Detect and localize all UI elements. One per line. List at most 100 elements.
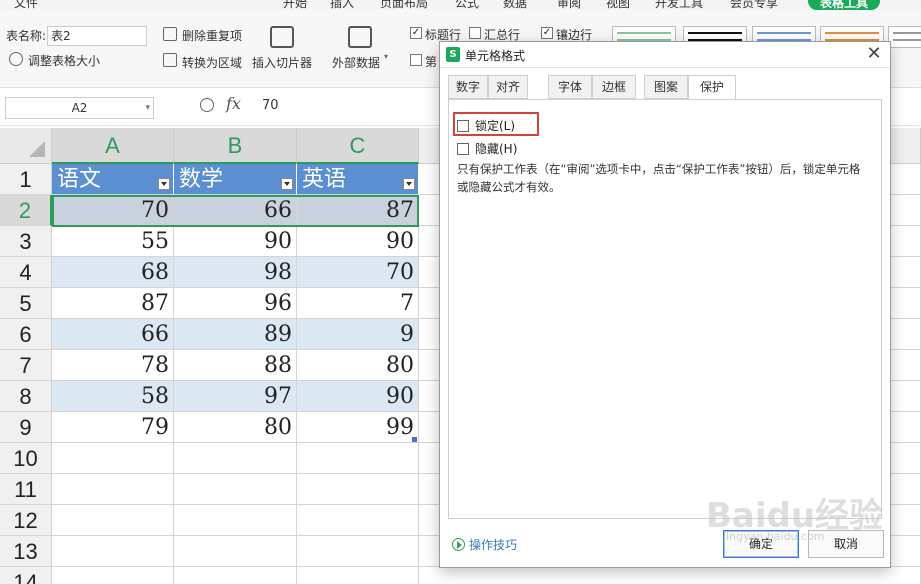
empty-cell[interactable]: [52, 474, 174, 505]
close-icon[interactable]: ✕: [864, 44, 884, 64]
zoom-icon[interactable]: [200, 98, 214, 112]
table-cell[interactable]: 97: [174, 381, 297, 412]
tips-link[interactable]: 操作技巧: [452, 536, 517, 553]
row-header[interactable]: 11: [0, 474, 52, 505]
table-cell[interactable]: 88: [174, 350, 297, 381]
row-header[interactable]: 5: [0, 288, 52, 319]
empty-cell[interactable]: [297, 536, 419, 567]
table-header-cell[interactable]: 英语: [297, 164, 419, 195]
empty-cell[interactable]: [297, 474, 419, 505]
empty-cell[interactable]: [52, 536, 174, 567]
table-cell[interactable]: 66: [174, 195, 297, 226]
row-header[interactable]: 14: [0, 567, 52, 584]
row-header[interactable]: 12: [0, 505, 52, 536]
table-cell[interactable]: 78: [52, 350, 174, 381]
tab-pattern[interactable]: 图案: [644, 75, 688, 99]
table-cell[interactable]: 70: [297, 257, 419, 288]
total-row-checkbox[interactable]: [469, 27, 481, 39]
remove-duplicates-button[interactable]: 删除重复项: [182, 27, 242, 44]
table-cell[interactable]: 90: [297, 226, 419, 257]
table-cell[interactable]: 89: [174, 319, 297, 350]
row-header[interactable]: 2: [0, 195, 52, 226]
tab-alignment[interactable]: 对齐: [488, 75, 528, 99]
filter-dropdown-icon[interactable]: [158, 178, 170, 190]
empty-cell[interactable]: [174, 474, 297, 505]
filter-dropdown-icon[interactable]: [281, 178, 293, 190]
table-name-input[interactable]: 表2: [47, 26, 147, 46]
menu-formula[interactable]: 公式: [455, 0, 479, 10]
row-header[interactable]: 13: [0, 536, 52, 567]
menu-home[interactable]: 开始: [283, 0, 307, 10]
select-all-corner[interactable]: [0, 128, 52, 164]
convert-to-range-button[interactable]: 转换为区域: [182, 54, 242, 71]
empty-cell[interactable]: [174, 505, 297, 536]
table-cell[interactable]: 9: [297, 319, 419, 350]
table-cell[interactable]: 7: [297, 288, 419, 319]
table-cell[interactable]: 68: [52, 257, 174, 288]
table-resize-handle[interactable]: [412, 437, 417, 442]
empty-cell[interactable]: [297, 567, 419, 584]
menu-insert[interactable]: 插入: [330, 0, 354, 10]
empty-cell[interactable]: [52, 443, 174, 474]
menu-data[interactable]: 数据: [503, 0, 527, 10]
first-column-checkbox[interactable]: [410, 54, 422, 66]
table-cell[interactable]: 87: [52, 288, 174, 319]
tab-font[interactable]: 字体: [548, 75, 592, 99]
row-header[interactable]: 4: [0, 257, 52, 288]
formula-input[interactable]: 70: [262, 98, 279, 113]
row-header[interactable]: 8: [0, 381, 52, 412]
menu-file[interactable]: 文件: [14, 0, 38, 10]
menu-member[interactable]: 会员专享: [730, 0, 778, 10]
table-cell[interactable]: 58: [52, 381, 174, 412]
empty-cell[interactable]: [174, 443, 297, 474]
lock-checkbox[interactable]: 锁定(L): [457, 117, 515, 134]
table-header-cell[interactable]: 数学: [174, 164, 297, 195]
table-cell[interactable]: 98: [174, 257, 297, 288]
table-cell[interactable]: 90: [174, 226, 297, 257]
menu-page-layout[interactable]: 页面布局: [380, 0, 428, 10]
menu-developer[interactable]: 开发工具: [655, 0, 703, 10]
table-cell[interactable]: 55: [52, 226, 174, 257]
table-cell[interactable]: 99: [297, 412, 419, 443]
column-header-c[interactable]: C: [297, 128, 419, 164]
empty-cell[interactable]: [419, 567, 921, 584]
table-header-cell[interactable]: 语文: [52, 164, 174, 195]
column-header-a[interactable]: A: [52, 128, 174, 164]
fx-icon[interactable]: fx: [226, 94, 241, 113]
row-header[interactable]: 7: [0, 350, 52, 381]
resize-table-button[interactable]: 调整表格大小: [28, 52, 100, 69]
table-cell[interactable]: 66: [52, 319, 174, 350]
column-header-b[interactable]: B: [174, 128, 297, 164]
row-header[interactable]: 3: [0, 226, 52, 257]
dialog-title-bar[interactable]: S 单元格格式 ✕: [440, 42, 890, 68]
tab-protection[interactable]: 保护: [688, 75, 736, 100]
menu-view[interactable]: 视图: [606, 0, 630, 10]
row-header[interactable]: 1: [0, 164, 52, 195]
banded-rows-checkbox[interactable]: ✓: [541, 27, 553, 39]
insert-slicer-button[interactable]: 插入切片器: [252, 54, 312, 71]
lock-checkbox-box[interactable]: [457, 120, 469, 132]
empty-cell[interactable]: [52, 567, 174, 584]
table-tools-tab[interactable]: 表格工具: [808, 0, 880, 10]
table-cell[interactable]: 96: [174, 288, 297, 319]
empty-cell[interactable]: [297, 505, 419, 536]
external-data-button[interactable]: 外部数据: [332, 54, 380, 71]
row-header[interactable]: 10: [0, 443, 52, 474]
table-cell[interactable]: 87: [297, 195, 419, 226]
menu-review[interactable]: 审阅: [557, 0, 581, 10]
external-data-dropdown-icon[interactable]: ▾: [384, 52, 388, 61]
filter-dropdown-icon[interactable]: [403, 178, 415, 190]
chevron-down-icon[interactable]: ▾: [145, 98, 150, 118]
name-box[interactable]: A2 ▾: [5, 97, 154, 119]
table-cell[interactable]: 80: [297, 350, 419, 381]
tab-number[interactable]: 数字: [448, 75, 488, 99]
empty-cell[interactable]: [174, 567, 297, 584]
table-cell[interactable]: 80: [174, 412, 297, 443]
table-cell[interactable]: 70: [52, 195, 174, 226]
header-row-checkbox[interactable]: ✓: [410, 27, 422, 39]
table-style-gray[interactable]: [888, 26, 921, 48]
row-header[interactable]: 6: [0, 319, 52, 350]
empty-cell[interactable]: [174, 536, 297, 567]
row-header[interactable]: 9: [0, 412, 52, 443]
empty-cell[interactable]: [297, 443, 419, 474]
